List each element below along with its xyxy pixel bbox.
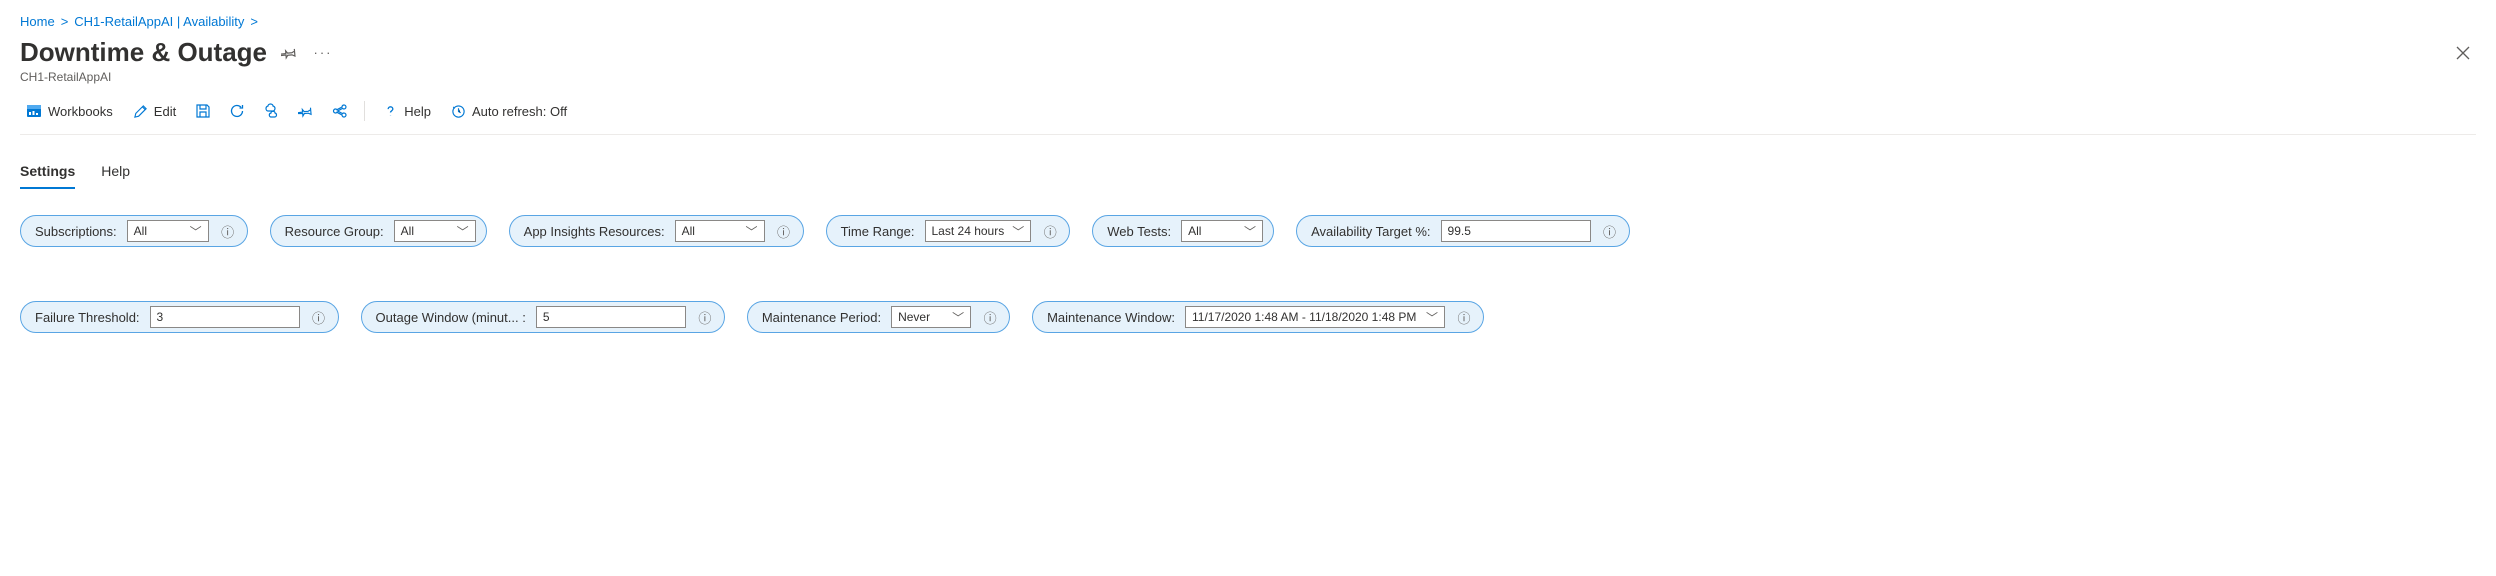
share-icon[interactable]	[326, 98, 352, 124]
info-icon[interactable]: ⓘ	[310, 308, 328, 326]
chevron-down-icon: ﹀	[1244, 223, 1256, 240]
info-icon[interactable]: ⓘ	[696, 308, 714, 326]
breadcrumb-resource[interactable]: CH1-RetailAppAI | Availability	[74, 14, 244, 29]
outage-window-input[interactable]: 5	[536, 306, 686, 328]
toolbar: Workbooks Edit Help	[20, 98, 2476, 135]
filter-app-insights: App Insights Resources: All ﹀ ⓘ	[509, 215, 804, 247]
filter-resource-group: Resource Group: All ﹀	[270, 215, 487, 247]
filter-row-2: Failure Threshold: 3 ⓘ Outage Window (mi…	[20, 301, 2476, 333]
filter-maintenance-period: Maintenance Period: Never ﹀ ⓘ	[747, 301, 1010, 333]
autorefresh-button[interactable]: Auto refresh: Off	[445, 100, 573, 123]
chevron-down-icon: ﹀	[952, 309, 964, 326]
maintenance-period-value: Never	[898, 310, 930, 324]
filter-maintenance-window: Maintenance Window: 11/17/2020 1:48 AM -…	[1032, 301, 1484, 333]
tab-settings[interactable]: Settings	[20, 157, 75, 189]
info-icon[interactable]: ⓘ	[775, 222, 793, 240]
info-icon[interactable]: ⓘ	[981, 308, 999, 326]
availability-target-label: Availability Target %:	[1311, 224, 1430, 239]
autorefresh-label: Auto refresh: Off	[472, 104, 567, 119]
filter-availability-target: Availability Target %: 99.5 ⓘ	[1296, 215, 1629, 247]
subscriptions-dropdown[interactable]: All ﹀	[127, 220, 209, 242]
save-icon[interactable]	[190, 98, 216, 124]
workbooks-button[interactable]: Workbooks	[20, 99, 119, 123]
availability-target-value: 99.5	[1448, 224, 1471, 238]
filter-subscriptions: Subscriptions: All ﹀ ⓘ	[20, 215, 248, 247]
availability-target-input[interactable]: 99.5	[1441, 220, 1591, 242]
outage-window-value: 5	[543, 310, 550, 324]
chevron-down-icon: ﹀	[746, 223, 758, 240]
page-title: Downtime & Outage	[20, 37, 267, 68]
info-icon[interactable]: ⓘ	[1455, 308, 1473, 326]
toolbar-divider	[364, 101, 365, 121]
maintenance-window-value: 11/17/2020 1:48 AM - 11/18/2020 1:48 PM	[1192, 310, 1416, 324]
chevron-down-icon: ﹀	[190, 223, 202, 240]
failure-threshold-value: 3	[157, 310, 164, 324]
tabs: Settings Help	[20, 157, 2476, 189]
edit-label: Edit	[154, 104, 176, 119]
app-insights-label: App Insights Resources:	[524, 224, 665, 239]
app-insights-dropdown[interactable]: All ﹀	[675, 220, 765, 242]
time-range-dropdown[interactable]: Last 24 hours ﹀	[925, 220, 1032, 242]
breadcrumb-sep-icon: >	[61, 14, 69, 29]
chevron-down-icon: ﹀	[1012, 223, 1024, 240]
web-tests-dropdown[interactable]: All ﹀	[1181, 220, 1263, 242]
close-icon[interactable]	[2450, 40, 2476, 66]
breadcrumb-sep-icon: >	[250, 14, 258, 29]
subscriptions-value: All	[134, 224, 147, 238]
pin-toolbar-icon[interactable]	[292, 98, 318, 124]
time-range-label: Time Range:	[841, 224, 915, 239]
failure-threshold-label: Failure Threshold:	[35, 310, 140, 325]
maintenance-period-dropdown[interactable]: Never ﹀	[891, 306, 971, 328]
help-button[interactable]: Help	[377, 100, 437, 123]
chevron-down-icon: ﹀	[457, 223, 469, 240]
clone-icon[interactable]	[258, 98, 284, 124]
pin-icon[interactable]	[277, 41, 301, 65]
maintenance-window-dropdown[interactable]: 11/17/2020 1:48 AM - 11/18/2020 1:48 PM …	[1185, 306, 1445, 328]
help-label: Help	[404, 104, 431, 119]
more-icon[interactable]: ···	[311, 41, 335, 65]
web-tests-value: All	[1188, 224, 1201, 238]
tab-help[interactable]: Help	[101, 157, 130, 189]
edit-button[interactable]: Edit	[127, 100, 182, 123]
breadcrumb: Home > CH1-RetailAppAI | Availability >	[20, 10, 2476, 37]
page-subtitle: CH1-RetailAppAI	[20, 70, 2476, 84]
time-range-value: Last 24 hours	[932, 224, 1005, 238]
web-tests-label: Web Tests:	[1107, 224, 1171, 239]
filter-failure-threshold: Failure Threshold: 3 ⓘ	[20, 301, 339, 333]
info-icon[interactable]: ⓘ	[219, 222, 237, 240]
refresh-icon[interactable]	[224, 98, 250, 124]
outage-window-label: Outage Window (minut... :	[376, 310, 526, 325]
info-icon[interactable]: ⓘ	[1601, 222, 1619, 240]
breadcrumb-home[interactable]: Home	[20, 14, 55, 29]
maintenance-period-label: Maintenance Period:	[762, 310, 881, 325]
help-icon	[383, 104, 398, 119]
pencil-icon	[133, 104, 148, 119]
filter-web-tests: Web Tests: All ﹀	[1092, 215, 1274, 247]
failure-threshold-input[interactable]: 3	[150, 306, 300, 328]
workbooks-label: Workbooks	[48, 104, 113, 119]
filter-row-1: Subscriptions: All ﹀ ⓘ Resource Group: A…	[20, 215, 2476, 247]
chevron-down-icon: ﹀	[1426, 309, 1438, 326]
resource-group-value: All	[401, 224, 414, 238]
workbook-icon	[26, 103, 42, 119]
clock-refresh-icon	[451, 104, 466, 119]
filter-outage-window: Outage Window (minut... : 5 ⓘ	[361, 301, 725, 333]
resource-group-dropdown[interactable]: All ﹀	[394, 220, 476, 242]
maintenance-window-label: Maintenance Window:	[1047, 310, 1175, 325]
resource-group-label: Resource Group:	[285, 224, 384, 239]
subscriptions-label: Subscriptions:	[35, 224, 117, 239]
app-insights-value: All	[682, 224, 695, 238]
info-icon[interactable]: ⓘ	[1041, 222, 1059, 240]
filter-time-range: Time Range: Last 24 hours ﹀ ⓘ	[826, 215, 1071, 247]
